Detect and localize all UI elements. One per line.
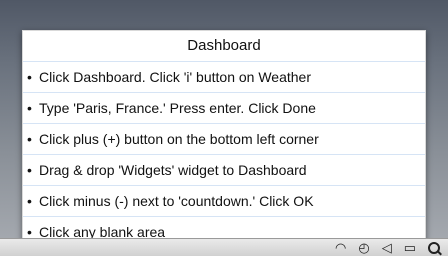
list-item: • Click plus (+) button on the bottom lef… <box>23 124 425 155</box>
bullet: • <box>27 100 32 116</box>
list-item: • Type 'Paris, France.' Press enter. Clic… <box>23 93 425 124</box>
list-item: • Click minus (-) next to 'countdown.' Cl… <box>23 186 425 217</box>
instruction-text: Click minus (-) next to 'countdown.' Cli… <box>39 193 314 209</box>
battery-icon[interactable]: ▭ <box>404 239 416 256</box>
instructions-panel: Dashboard • Click Dashboard. Click 'i' bu… <box>22 30 426 244</box>
bullet: • <box>27 69 32 85</box>
instruction-text: Click Dashboard. Click 'i' button on Wea… <box>39 69 311 85</box>
bullet: • <box>27 193 32 209</box>
time-machine-icon[interactable]: ◴ <box>358 239 369 256</box>
list-item: • Click Dashboard. Click 'i' button on We… <box>23 62 425 93</box>
instruction-text: Drag & drop 'Widgets' widget to Dashboar… <box>39 162 307 178</box>
volume-icon[interactable]: ◁ <box>382 239 392 256</box>
menu-bar: ◠ ◴ ◁ ▭ <box>0 238 448 256</box>
list-item: • Drag & drop 'Widgets' widget to Dashboa… <box>23 155 425 186</box>
instruction-list: • Click Dashboard. Click 'i' button on We… <box>23 62 425 247</box>
panel-title: Dashboard <box>23 31 425 62</box>
menu-extras: ◠ ◴ ◁ ▭ <box>335 239 440 256</box>
bullet: • <box>27 162 32 178</box>
instruction-text: Click plus (+) button on the bottom left… <box>39 131 319 147</box>
spotlight-icon[interactable] <box>428 242 440 254</box>
airport-icon[interactable]: ◠ <box>335 239 346 256</box>
bullet: • <box>27 131 32 147</box>
instruction-text: Type 'Paris, France.' Press enter. Click… <box>39 100 316 116</box>
